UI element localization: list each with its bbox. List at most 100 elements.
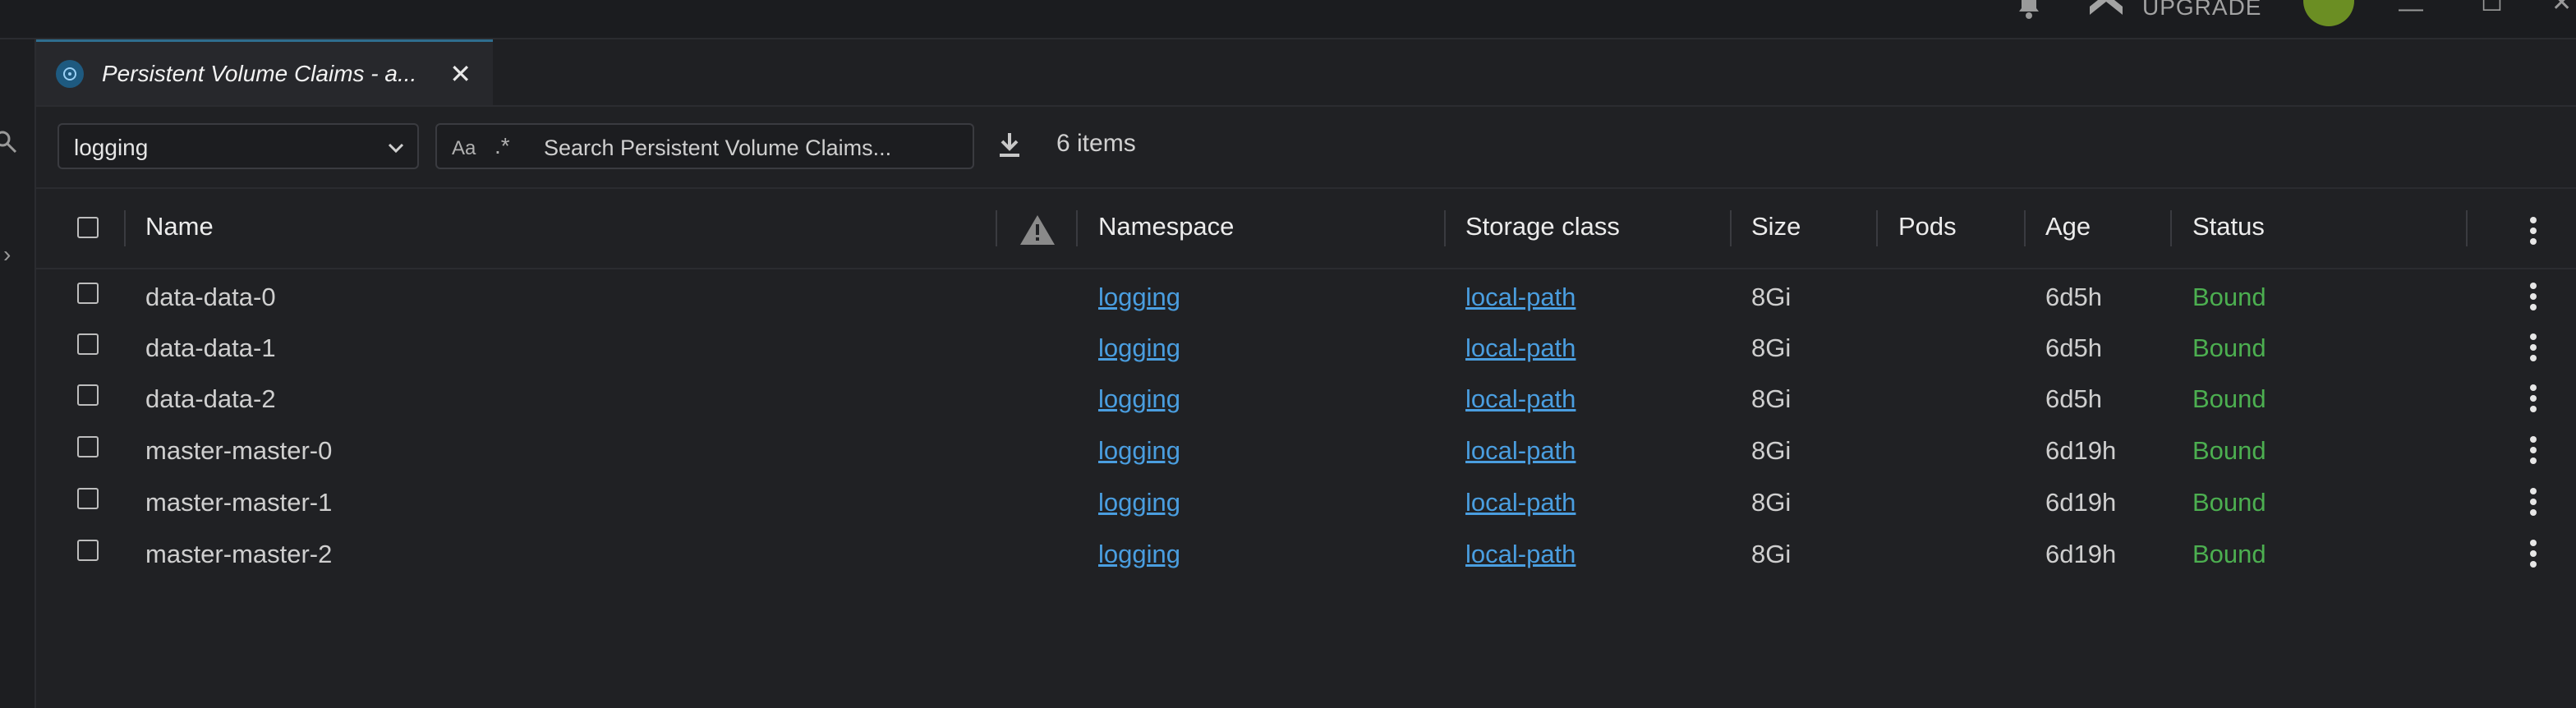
search-input[interactable]: Aa .* Search Persistent Volume Claims... [435, 123, 974, 169]
column-header-size[interactable]: Size [1751, 212, 1801, 241]
column-menu-icon[interactable] [2530, 217, 2537, 249]
row-name: data-data-0 [145, 283, 276, 311]
row-namespace-link[interactable]: logging [1098, 436, 1180, 466]
column-header-age[interactable]: Age [2045, 212, 2091, 241]
warning-icon [1019, 214, 1056, 251]
row-status: Bound [2192, 333, 2266, 362]
row-menu-icon[interactable] [2530, 384, 2537, 416]
row-status: Bound [2192, 488, 2266, 517]
row-namespace-link[interactable]: logging [1098, 333, 1180, 363]
tab-persistent-volume-claims[interactable]: Persistent Volume Claims - a... ✕ [36, 39, 493, 105]
row-storage-class-link[interactable]: local-path [1465, 488, 1576, 517]
row-age: 6d19h [2045, 436, 2117, 465]
table-row[interactable]: master-master-2 logging local-path 8Gi 6… [36, 528, 2576, 579]
row-checkbox[interactable] [77, 384, 99, 406]
close-window-icon[interactable]: ✕ [2551, 0, 2572, 17]
search-icon[interactable] [0, 130, 18, 159]
column-divider [2466, 210, 2468, 246]
avatar[interactable] [2303, 0, 2354, 26]
row-namespace-link[interactable]: logging [1098, 488, 1180, 517]
minimize-icon[interactable]: — [2399, 0, 2423, 23]
row-status: Bound [2192, 436, 2266, 465]
table-row[interactable]: data-data-1 logging local-path 8Gi 6d5h … [36, 322, 2576, 373]
column-divider [1730, 210, 1732, 246]
column-header-storage-class[interactable]: Storage class [1465, 212, 1620, 241]
row-age: 6d5h [2045, 384, 2102, 413]
row-status: Bound [2192, 540, 2266, 568]
row-namespace-link[interactable]: logging [1098, 540, 1180, 569]
row-name: data-data-1 [145, 333, 276, 362]
column-header-pods[interactable]: Pods [1898, 212, 1957, 241]
row-age: 6d19h [2045, 488, 2117, 517]
chevron-right-icon[interactable]: › [3, 241, 11, 268]
row-name: master-master-1 [145, 488, 333, 517]
row-checkbox[interactable] [77, 333, 99, 355]
row-namespace-link[interactable]: logging [1098, 384, 1180, 414]
row-status: Bound [2192, 283, 2266, 311]
table-row[interactable]: master-master-0 logging local-path 8Gi 6… [36, 425, 2576, 476]
close-icon[interactable]: ✕ [449, 58, 472, 90]
row-age: 6d19h [2045, 540, 2117, 568]
row-storage-class-link[interactable]: local-path [1465, 540, 1576, 569]
row-menu-icon[interactable] [2530, 283, 2537, 315]
row-size: 8Gi [1751, 436, 1792, 465]
column-divider [124, 210, 126, 246]
left-sidebar: › [0, 39, 36, 708]
match-case-toggle[interactable]: Aa [452, 137, 476, 160]
regex-toggle[interactable]: .* [494, 133, 510, 159]
row-checkbox[interactable] [77, 436, 99, 457]
row-size: 8Gi [1751, 488, 1792, 517]
maximize-icon[interactable]: ☐ [2481, 0, 2503, 17]
table-row[interactable]: data-data-0 logging local-path 8Gi 6d5h … [36, 271, 2576, 322]
table-row[interactable]: master-master-1 logging local-path 8Gi 6… [36, 476, 2576, 527]
row-status: Bound [2192, 384, 2266, 413]
namespace-select[interactable]: logging [58, 123, 419, 169]
column-divider [996, 210, 997, 246]
kubernetes-icon [56, 59, 84, 88]
column-divider [1444, 210, 1446, 246]
column-divider [1076, 210, 1078, 246]
upgrade-label: UPGRADE [2142, 0, 2262, 20]
row-age: 6d5h [2045, 283, 2102, 311]
bell-icon[interactable] [2014, 0, 2044, 24]
table-row[interactable]: data-data-2 logging local-path 8Gi 6d5h … [36, 373, 2576, 424]
chevron-down-icon [386, 138, 406, 162]
tab-bar: Persistent Volume Claims - a... ✕ [36, 39, 2576, 107]
row-name: data-data-2 [145, 384, 276, 413]
row-checkbox[interactable] [77, 488, 99, 509]
upgrade-icon [2088, 0, 2124, 24]
namespace-value: logging [74, 135, 149, 160]
row-size: 8Gi [1751, 384, 1792, 413]
table-header: Name Namespace Storage class Size Pods A… [36, 189, 2576, 269]
column-divider [1876, 210, 1878, 246]
tab-title: Persistent Volume Claims - a... [102, 60, 417, 86]
row-checkbox[interactable] [77, 283, 99, 304]
row-storage-class-link[interactable]: local-path [1465, 283, 1576, 312]
row-menu-icon[interactable] [2530, 488, 2537, 520]
search-placeholder: Search Persistent Volume Claims... [544, 136, 892, 160]
column-header-namespace[interactable]: Namespace [1098, 212, 1234, 241]
row-name: master-master-0 [145, 436, 333, 465]
row-size: 8Gi [1751, 540, 1792, 568]
column-divider [2170, 210, 2172, 246]
column-header-name[interactable]: Name [145, 212, 214, 241]
column-header-status[interactable]: Status [2192, 212, 2265, 241]
row-menu-icon[interactable] [2530, 540, 2537, 572]
row-size: 8Gi [1751, 283, 1792, 311]
row-storage-class-link[interactable]: local-path [1465, 384, 1576, 414]
row-checkbox[interactable] [77, 540, 99, 561]
row-age: 6d5h [2045, 333, 2102, 362]
select-all-checkbox[interactable] [77, 217, 99, 238]
column-divider [2024, 210, 2026, 246]
row-namespace-link[interactable]: logging [1098, 283, 1180, 312]
row-storage-class-link[interactable]: local-path [1465, 333, 1576, 363]
row-menu-icon[interactable] [2530, 333, 2537, 365]
row-storage-class-link[interactable]: local-path [1465, 436, 1576, 466]
row-menu-icon[interactable] [2530, 436, 2537, 468]
download-icon[interactable] [997, 131, 1022, 162]
items-count: 6 items [1056, 130, 1136, 157]
row-size: 8Gi [1751, 333, 1792, 362]
row-name: master-master-2 [145, 540, 333, 568]
toolbar: logging Aa .* Search Persistent Volume C… [36, 107, 2576, 189]
upgrade-button[interactable]: UPGRADE [2088, 0, 2261, 24]
